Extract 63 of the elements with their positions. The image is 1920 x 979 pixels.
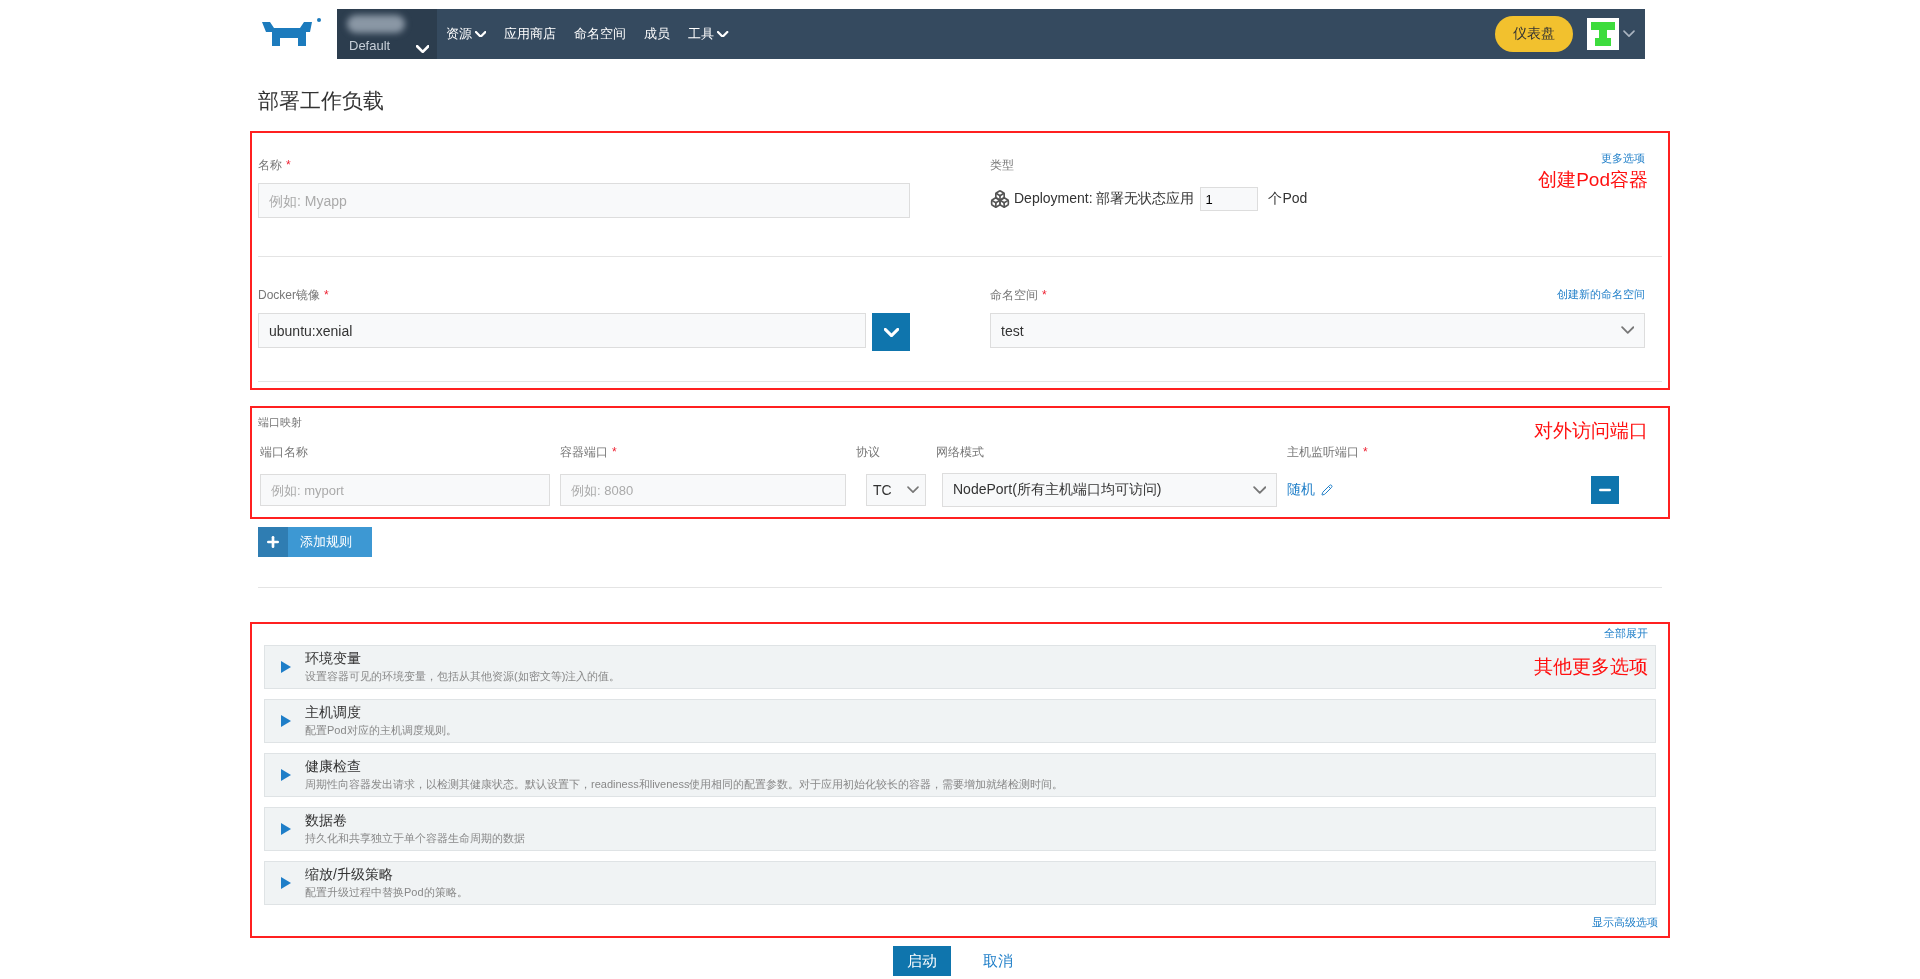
image-dropdown-button[interactable] (872, 313, 910, 351)
chevron-down-icon[interactable] (1623, 30, 1635, 38)
nav-menu-item[interactable]: 资源 (437, 9, 496, 59)
accordion-description: 设置容器可见的环境变量，包括从其他资源(如密文等)注入的值。 (305, 669, 621, 684)
protocol-select[interactable]: TC (866, 474, 926, 506)
create-namespace-link[interactable]: 创建新的命名空间 (1557, 287, 1645, 302)
name-input[interactable]: 例如: Myapp (258, 183, 910, 218)
pod-count-input[interactable]: 1 (1200, 187, 1259, 211)
cancel-link[interactable]: 取消 (969, 946, 1027, 976)
image-input[interactable]: ubuntu:xenial (258, 313, 866, 348)
annotation-label: 对外访问端口 (1534, 419, 1648, 443)
column-header: 容器端口 * (560, 444, 617, 461)
nav-menu-item[interactable]: 命名空间 (565, 9, 636, 59)
chevron-down-icon (883, 327, 899, 337)
chevron-down-icon (1252, 485, 1266, 495)
container-port-input[interactable]: 例如: 8080 (560, 474, 846, 506)
nav-menu-item[interactable]: 成员 (635, 9, 680, 59)
pencil-icon (1321, 484, 1333, 496)
accordion-description: 配置Pod对应的主机调度规则。 (305, 723, 457, 738)
field-label: 类型 (990, 157, 1014, 174)
chevron-down-icon (415, 44, 429, 53)
accordion-description: 配置升级过程中替换Pod的策略。 (305, 885, 468, 900)
annotation-label: 其他更多选项 (1534, 655, 1648, 679)
host-port-link[interactable]: 随机 (1287, 481, 1333, 499)
more-options-link[interactable]: 更多选项 (1601, 151, 1645, 166)
accordion-item[interactable]: 主机调度 配置Pod对应的主机调度规则。 (264, 699, 1656, 743)
chevron-down-icon (907, 486, 919, 494)
advanced-options-link[interactable]: 显示高级选项 (1592, 915, 1658, 930)
annotation-label: 创建Pod容器 (1538, 168, 1648, 192)
column-header: 网络模式 (936, 444, 984, 461)
cubes-icon (990, 189, 1010, 209)
nav-menu-item[interactable]: 应用商店 (495, 9, 566, 59)
field-label: Docker镜像 * (258, 287, 330, 304)
column-header: 端口名称 (260, 444, 308, 461)
expand-all-link[interactable]: 全部展开 (1604, 626, 1648, 641)
nav-menu-item[interactable]: 工具 (679, 9, 738, 59)
workload-type-text: Deployment: 部署无状态应用 (1014, 190, 1195, 208)
network-mode-select[interactable]: NodePort(所有主机端口均可访问) (942, 473, 1277, 507)
accordion-title: 健康检查 (305, 758, 362, 776)
environment-dropdown[interactable]: Default (337, 9, 437, 59)
pod-unit-text: 个Pod (1268, 190, 1308, 208)
remove-port-button[interactable] (1591, 476, 1619, 504)
accordion-item[interactable]: 缩放/升级策略 配置升级过程中替换Pod的策略。 (264, 861, 1656, 905)
dashboard-button[interactable]: 仪表盘 (1495, 16, 1573, 52)
plus-icon (265, 534, 281, 550)
field-label: 命名空间 * (990, 287, 1047, 304)
accordion-title: 主机调度 (305, 704, 362, 722)
chevron-down-icon (1620, 326, 1634, 335)
accordion-title: 数据卷 (305, 812, 348, 830)
section-label: 端口映射 (258, 415, 302, 430)
accordion-title: 缩放/升级策略 (305, 866, 394, 884)
page-title: 部署工作负载 (258, 88, 385, 114)
field-label: 名称 * (258, 157, 292, 174)
accordion-title: 环境变量 (305, 650, 362, 668)
column-header: 主机监听端口 * (1287, 444, 1368, 461)
namespace-select[interactable]: test (990, 313, 1645, 348)
launch-button[interactable]: 启动 (893, 946, 951, 976)
accordion-description: 周期性向容器发出请求，以检测其健康状态。默认设置下，readiness和liveness使用相同的配置参数。对于应用初始化较长的容器，需要增加就绪检测时间。 (305, 777, 1064, 792)
port-name-input[interactable]: 例如: myport (260, 474, 550, 506)
accordion-item[interactable]: 数据卷 持久化和共享独立于单个容器生命周期的数据 (264, 807, 1656, 851)
accordion-description: 持久化和共享独立于单个容器生命周期的数据 (305, 831, 525, 846)
column-header: 协议 (856, 444, 880, 461)
accordion-item[interactable]: 健康检查 周期性向容器发出请求，以检测其健康状态。默认设置下，readiness和liveness使用相同的配置参数。对于应用初始化较长的容器，需要增加就绪检测时间。 (264, 753, 1656, 797)
